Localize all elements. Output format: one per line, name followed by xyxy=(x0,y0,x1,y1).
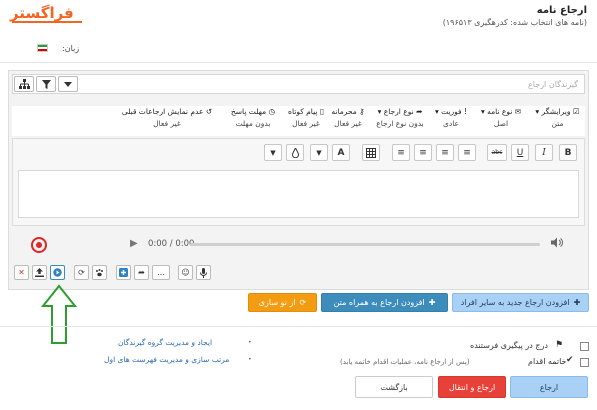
page-subtitle: (نامه های انتخاب شده: کدرهگیری ۱۹۶۵۱۳) xyxy=(442,18,587,27)
end-action-label: خاتمه اقدام xyxy=(528,357,567,366)
history-icon: ↺ xyxy=(205,107,213,116)
section-divider xyxy=(0,326,597,327)
org-chart-icon[interactable] xyxy=(14,76,34,92)
option-deadline[interactable]: ◷ مهلت پاسخ بدون مهلت xyxy=(224,106,282,136)
bold-button[interactable]: B xyxy=(559,144,577,161)
align-left-icon[interactable]: ≡ xyxy=(414,144,432,161)
highlight-dropdown-icon[interactable]: ▼ xyxy=(264,144,282,161)
record-icon[interactable] xyxy=(31,237,47,253)
recipients-field[interactable]: گیرندگان ارجاع xyxy=(12,74,585,94)
refer-transfer-button[interactable]: ارجاع و انتقال xyxy=(438,376,506,398)
share-arrow-icon: ➦ xyxy=(416,107,423,116)
play-circle-icon[interactable] xyxy=(50,265,65,280)
italic-button[interactable]: I xyxy=(535,144,553,161)
end-action-checkbox[interactable] xyxy=(580,358,589,367)
emoji-icon[interactable]: ☺ xyxy=(178,265,193,280)
flag-icon: ⚑ xyxy=(555,340,564,350)
microphone-icon[interactable] xyxy=(196,265,211,280)
delete-icon[interactable]: ✕ xyxy=(14,265,29,280)
plus-icon: ✚ xyxy=(573,298,581,307)
manage-groups-link[interactable]: ایجاد و مدیریت گروه گیرندگان xyxy=(118,338,212,347)
justify-icon[interactable]: ≡ xyxy=(392,144,410,161)
referral-options: ☑ ویرایشگر ▾ متن ✉ نوع نامه ▾ اصل ! فوری… xyxy=(12,106,585,136)
volume-icon[interactable] xyxy=(551,237,563,250)
brand-logo: فراگستر xyxy=(10,4,74,22)
strikethrough-button[interactable]: abc xyxy=(487,144,507,161)
align-right-icon[interactable]: ≡ xyxy=(458,144,476,161)
check-icon: ✔ xyxy=(566,355,574,365)
recipients-input[interactable]: گیرندگان ارجاع xyxy=(528,80,578,89)
page-title: ارجاع نامه xyxy=(536,5,587,16)
header-divider xyxy=(0,62,597,63)
add-square-icon[interactable] xyxy=(116,265,131,280)
checkbox-icon: ☑ xyxy=(572,107,580,116)
upload-icon[interactable] xyxy=(32,265,47,280)
sort-lists-link[interactable]: مرتب سازی و مدیریت فهرست های اول xyxy=(104,355,229,364)
track-sender-label: درج در پیگیری فرستنده xyxy=(470,341,548,350)
add-referral-with-text-button[interactable]: ✚ افزودن ارجاع به همراه متن xyxy=(321,293,448,312)
clock-icon: ◷ xyxy=(268,107,276,116)
font-color-dropdown-icon[interactable]: ▼ xyxy=(310,144,328,161)
underline-button[interactable]: U xyxy=(511,144,529,161)
refer-button[interactable]: ارجاع xyxy=(510,376,588,398)
option-urgency[interactable]: ! فوریت ▾ عادی xyxy=(430,106,472,136)
align-center-icon[interactable]: ≡ xyxy=(436,144,454,161)
exclamation-icon: ! xyxy=(464,107,468,116)
audio-progress-bar[interactable] xyxy=(190,243,540,246)
add-referral-others-button[interactable]: ✚ افزودن ارجاع جدید به سایر افراد xyxy=(452,293,589,312)
option-editor[interactable]: ☑ ویرایشگر ▾ متن xyxy=(530,106,585,136)
mobile-icon: ▯ xyxy=(319,107,324,116)
iran-flag-icon[interactable] xyxy=(37,44,48,52)
text-editor[interactable] xyxy=(18,170,579,218)
play-icon[interactable]: ▶ xyxy=(130,238,138,249)
brand-underline xyxy=(12,21,82,23)
refresh-icon[interactable]: ⟳ xyxy=(74,265,89,280)
bullet-icon: • xyxy=(248,356,252,363)
recipients-dropdown-icon[interactable] xyxy=(58,76,78,92)
option-hide-previous[interactable]: ↺ عدم نمایش ارجاعات قبلی غیر فعال xyxy=(112,106,222,136)
more-icon[interactable]: … xyxy=(152,265,170,280)
back-button[interactable]: بازگشت xyxy=(355,376,433,398)
highlight-icon[interactable] xyxy=(286,144,304,161)
refresh-icon: ⟳ xyxy=(299,298,307,307)
option-sms[interactable]: ▯ پیام کوتاه غیر فعال xyxy=(284,106,328,136)
table-icon[interactable] xyxy=(362,144,380,161)
option-confidential[interactable]: ⚷ محرمانه غیر فعال xyxy=(328,106,368,136)
track-sender-checkbox[interactable] xyxy=(580,342,589,351)
language-label: زبان: xyxy=(62,44,80,53)
plus-icon: ✚ xyxy=(428,298,436,307)
option-letter-type[interactable]: ✉ نوع نامه ▾ اصل xyxy=(474,106,528,136)
option-referral-type[interactable]: ➦ نوع ارجاع ▾ بدون نوع ارجاع xyxy=(370,106,430,136)
bullet-icon: • xyxy=(248,339,252,346)
reset-button[interactable]: ⟳ از نو سازی xyxy=(248,293,317,312)
filter-icon[interactable] xyxy=(36,76,56,92)
envelope-icon: ✉ xyxy=(514,107,522,116)
annotation-arrow-icon xyxy=(40,284,78,344)
key-icon: ⚷ xyxy=(359,107,365,116)
paw-icon[interactable] xyxy=(92,265,107,280)
forward-icon[interactable]: ➦ xyxy=(134,265,149,280)
audio-time: 0:00 / 0:00 xyxy=(148,239,195,249)
end-action-note: (پس از ارجاع نامه، عملیات اقدام خاتمه یا… xyxy=(340,358,470,366)
font-color-button[interactable]: A xyxy=(332,144,350,161)
